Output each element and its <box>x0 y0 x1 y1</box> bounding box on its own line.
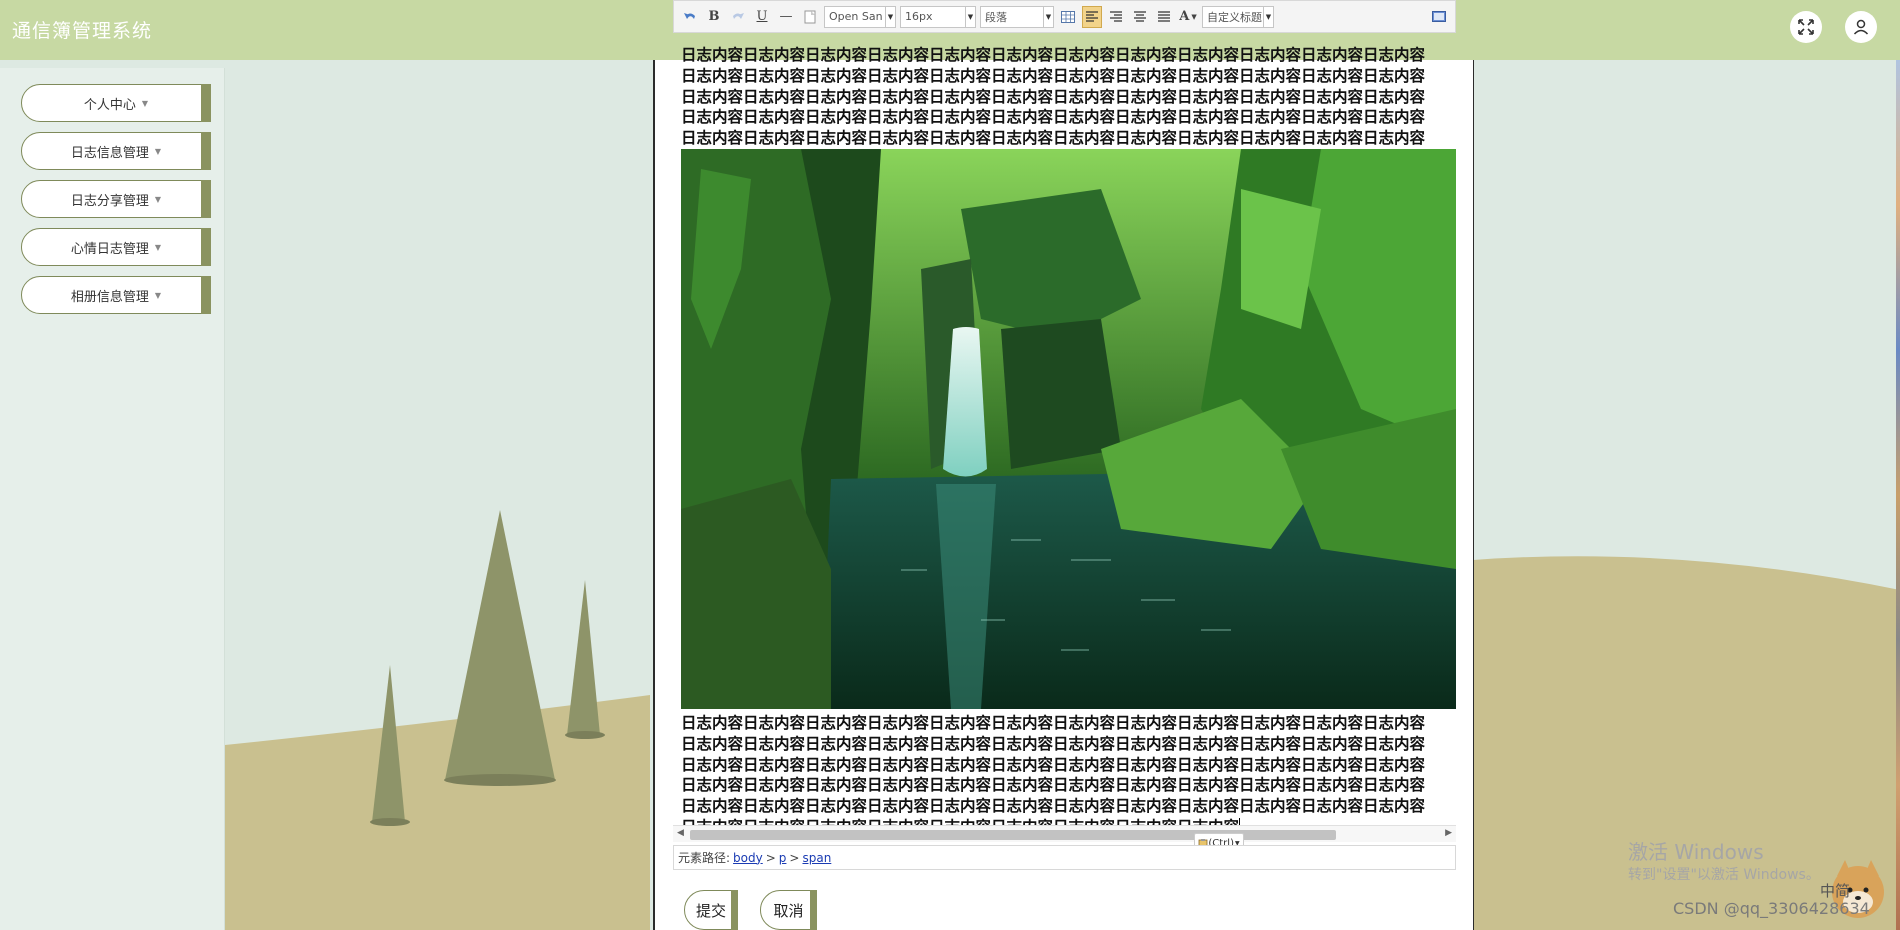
sidebar-item-label: 日志分享管理 <box>70 193 149 209</box>
align-justify-icon <box>1158 10 1170 22</box>
dropdown-arrow-icon: ▼ <box>1191 12 1197 21</box>
text-color-button[interactable]: A ▼ <box>1178 6 1198 28</box>
page-icon <box>804 10 816 23</box>
editor-toolbar: B U — Open San ▼ 16px ▼ 段落 ▼ A ▼ 自定义标题 ▼ <box>673 0 1456 33</box>
path-segment-span[interactable]: span <box>802 851 831 865</box>
custom-heading-select[interactable]: 自定义标题 ▼ <box>1202 5 1274 28</box>
path-separator: > <box>765 850 776 865</box>
user-icon <box>1853 19 1869 35</box>
font-family-value: Open San <box>829 10 883 23</box>
redo-icon <box>733 12 744 19</box>
content-paragraph-2: 日志内容日志内容日志内容日志内容日志内容日志内容日志内容日志内容日志内容日志内容… <box>681 713 1436 838</box>
undo-icon <box>684 12 695 19</box>
element-path-label: 元素路径: <box>678 851 731 865</box>
cancel-button[interactable]: 取消 <box>760 890 817 930</box>
paragraph-value: 段落 <box>985 10 1007 24</box>
align-center-icon <box>1134 10 1146 22</box>
sidebar: 个人中心 ▼ 日志信息管理 ▼ 日志分享管理 ▼ 心情日志管理 ▼ 相册信息管理 ▼ <box>0 68 225 930</box>
fullscreen-icon <box>1798 19 1814 35</box>
font-size-value: 16px <box>905 10 933 23</box>
element-path-bar: 元素路径: body > p > span <box>673 845 1456 870</box>
insert-table-button[interactable] <box>1058 6 1078 28</box>
bold-button[interactable]: B <box>704 6 724 28</box>
caret-down-icon: ▼ <box>154 290 162 300</box>
csdn-watermark: CSDN @qq_3306428634 <box>1673 899 1870 918</box>
sidebar-item-label: 心情日志管理 <box>70 241 149 257</box>
waterfall-image <box>681 149 1456 709</box>
fullscreen-button[interactable] <box>1790 11 1822 43</box>
align-right-button[interactable] <box>1106 6 1126 28</box>
sidebar-item-label: 个人中心 <box>83 97 136 113</box>
font-family-select[interactable]: Open San ▼ <box>824 5 896 28</box>
paragraph-select[interactable]: 段落 ▼ <box>980 5 1054 28</box>
caret-down-icon: ▼ <box>141 98 149 108</box>
rich-text-editor: B U — Open San ▼ 16px ▼ 段落 ▼ A ▼ 自定义标题 ▼… <box>673 0 1456 870</box>
sidebar-item-label: 相册信息管理 <box>70 289 149 305</box>
user-button[interactable] <box>1845 11 1877 43</box>
align-left-button[interactable] <box>1082 5 1102 28</box>
sidebar-item-log-share[interactable]: 日志分享管理 ▼ <box>21 180 211 218</box>
dropdown-arrow-icon: ▼ <box>1043 6 1053 27</box>
activate-windows-title: 激活 Windows <box>1628 840 1764 864</box>
undo-button[interactable] <box>680 6 700 28</box>
redo-button[interactable] <box>728 6 748 28</box>
dropdown-arrow-icon: ▼ <box>1263 6 1273 27</box>
caret-down-icon: ▼ <box>154 242 162 252</box>
sidebar-item-label: 日志信息管理 <box>70 145 149 161</box>
sidebar-item-log-info[interactable]: 日志信息管理 ▼ <box>21 132 211 170</box>
fullscreen-editor-button[interactable] <box>1429 6 1449 28</box>
path-segment-body[interactable]: body <box>733 851 763 865</box>
sidebar-item-mood-log[interactable]: 心情日志管理 ▼ <box>21 228 211 266</box>
horizontal-rule-button[interactable]: — <box>776 6 796 28</box>
sidebar-item-personal-center[interactable]: 个人中心 ▼ <box>21 84 211 122</box>
sidebar-item-album-info[interactable]: 相册信息管理 ▼ <box>21 276 211 314</box>
path-separator: > <box>789 850 800 865</box>
submit-label: 提交 <box>695 901 726 920</box>
caret-down-icon: ▼ <box>154 194 162 204</box>
align-right-icon <box>1110 10 1122 22</box>
align-justify-button[interactable] <box>1154 6 1174 28</box>
underline-button[interactable]: U <box>752 6 772 28</box>
dropdown-arrow-icon: ▼ <box>885 6 895 27</box>
scroll-left-arrow-icon[interactable]: ◀ <box>677 828 684 838</box>
activate-windows-hint: 转到"设置"以激活 Windows。 <box>1628 867 1820 883</box>
page-button[interactable] <box>800 6 820 28</box>
content-paragraph-2-text: 日志内容日志内容日志内容日志内容日志内容日志内容日志内容日志内容日志内容日志内容… <box>681 714 1426 836</box>
align-center-button[interactable] <box>1130 6 1150 28</box>
dropdown-arrow-icon: ▼ <box>965 6 975 27</box>
font-size-select[interactable]: 16px ▼ <box>900 5 976 28</box>
table-icon <box>1061 10 1075 23</box>
path-segment-p[interactable]: p <box>779 851 787 865</box>
horizontal-scrollbar[interactable]: ◀ ▶ <box>673 825 1456 842</box>
ime-indicator[interactable]: 中简 <box>1820 880 1850 901</box>
custom-heading-value: 自定义标题 <box>1207 10 1262 24</box>
desktop-edge-strip <box>1896 60 1900 930</box>
cancel-label: 取消 <box>773 901 804 920</box>
monitor-icon <box>1432 10 1446 22</box>
text-color-label: A <box>1179 9 1190 24</box>
app-title: 通信簿管理系统 <box>12 20 153 42</box>
scroll-right-arrow-icon[interactable]: ▶ <box>1445 828 1452 838</box>
submit-button[interactable]: 提交 <box>684 890 738 930</box>
align-left-icon <box>1086 10 1098 22</box>
caret-down-icon: ▼ <box>154 146 162 156</box>
